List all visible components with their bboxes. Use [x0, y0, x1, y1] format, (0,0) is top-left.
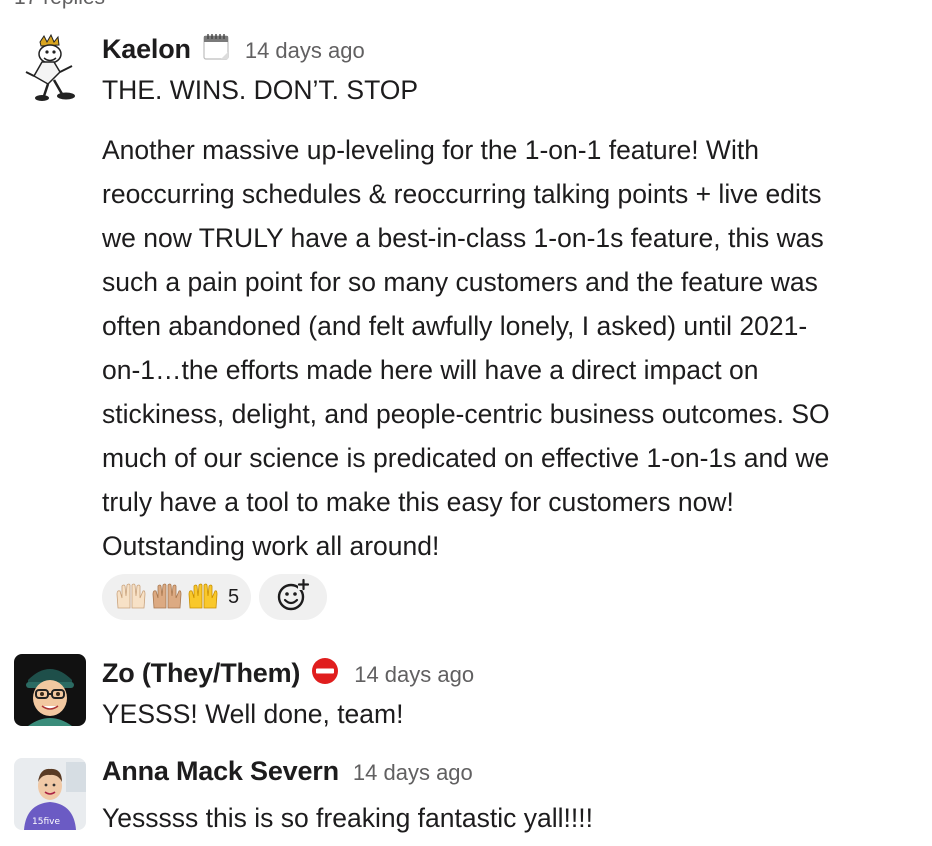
raised-hands-icon [114, 578, 222, 615]
author-name[interactable]: Anna Mack Severn [102, 756, 339, 787]
message-line: much of our science is predicated on eff… [102, 443, 830, 473]
message-line: THE. WINS. DON’T. STOP [102, 75, 419, 105]
replies-count[interactable]: 17 replies [14, 0, 105, 10]
message-line: Another massive up-leveling for the 1-on… [102, 135, 759, 165]
message-line: stickiness, delight, and people-centric … [102, 399, 830, 429]
no-entry-icon[interactable] [310, 656, 340, 691]
avatar[interactable] [14, 654, 86, 726]
add-reaction-button[interactable] [259, 574, 328, 620]
message-line: Yesssss this is so freaking fantastic ya… [102, 803, 593, 833]
calendar-icon[interactable] [201, 32, 231, 67]
shirt-logo: 15five [32, 817, 60, 827]
avatar[interactable]: 15five [14, 758, 86, 830]
add-reaction-icon [276, 578, 310, 617]
timestamp[interactable]: 14 days ago [245, 38, 365, 64]
reaction-raised-hands[interactable]: 5 [102, 574, 252, 620]
author-name[interactable]: Kaelon [102, 34, 191, 65]
message-line: such a pain point for so many customers … [102, 267, 818, 297]
message-line: on-1…the efforts made here will have a d… [102, 355, 759, 385]
message-line: often abandoned (and felt awfully lonely… [102, 311, 808, 341]
author-name[interactable]: Zo (They/Them) [102, 658, 300, 689]
message-line: Outstanding work all around! [102, 531, 440, 561]
timestamp[interactable]: 14 days ago [354, 662, 474, 688]
message-line: truly have a tool to make this easy for … [102, 487, 734, 517]
message-header: Anna Mack Severn 14 days ago [102, 756, 473, 787]
timestamp[interactable]: 14 days ago [353, 760, 473, 786]
reactions-bar: 5 [102, 574, 328, 620]
message-header: Kaelon 14 days ago [102, 28, 365, 65]
reaction-count: 5 [228, 585, 240, 608]
message-line: YESSS! Well done, team! [102, 699, 404, 729]
message-line: reoccurring schedules & reoccurring talk… [102, 179, 822, 209]
message-line: we now TRULY have a best-in-class 1-on-1… [102, 223, 824, 253]
message-header: Zo (They/Them) 14 days ago [102, 652, 474, 689]
avatar[interactable] [14, 32, 86, 104]
